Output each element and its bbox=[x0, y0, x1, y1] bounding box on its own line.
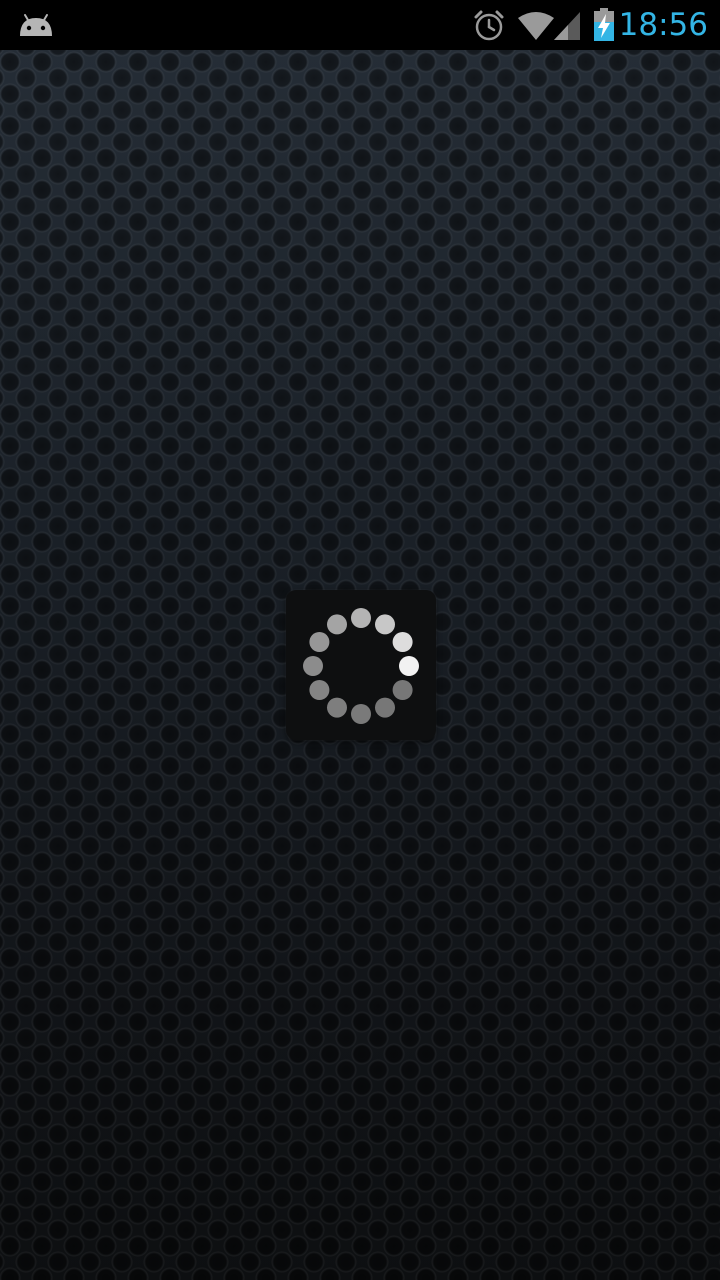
signal-icon bbox=[554, 12, 580, 40]
spinner-dot bbox=[375, 614, 395, 635]
spinner-dot bbox=[309, 680, 330, 700]
spinner-dot bbox=[327, 614, 347, 635]
android-icon bbox=[20, 14, 52, 36]
spinner-dot bbox=[399, 656, 419, 676]
screen: 18:56 bbox=[0, 0, 720, 1280]
status-clock: 18:56 bbox=[618, 7, 708, 43]
wifi-icon bbox=[518, 12, 554, 40]
status-bar: 18:56 bbox=[0, 0, 720, 50]
spinner-dot bbox=[392, 632, 413, 652]
battery-charging-icon bbox=[594, 8, 614, 41]
alarm-icon bbox=[474, 10, 504, 41]
spinner-dot bbox=[351, 608, 371, 628]
spinner-dot bbox=[392, 680, 413, 700]
spinner-icon bbox=[303, 608, 419, 724]
spinner-dot bbox=[303, 656, 323, 676]
spinner-dot bbox=[375, 697, 395, 718]
spinner-dot bbox=[309, 632, 330, 652]
spinner-dot bbox=[351, 704, 371, 724]
spinner-dot bbox=[327, 697, 347, 718]
loading-dialog bbox=[286, 590, 436, 740]
